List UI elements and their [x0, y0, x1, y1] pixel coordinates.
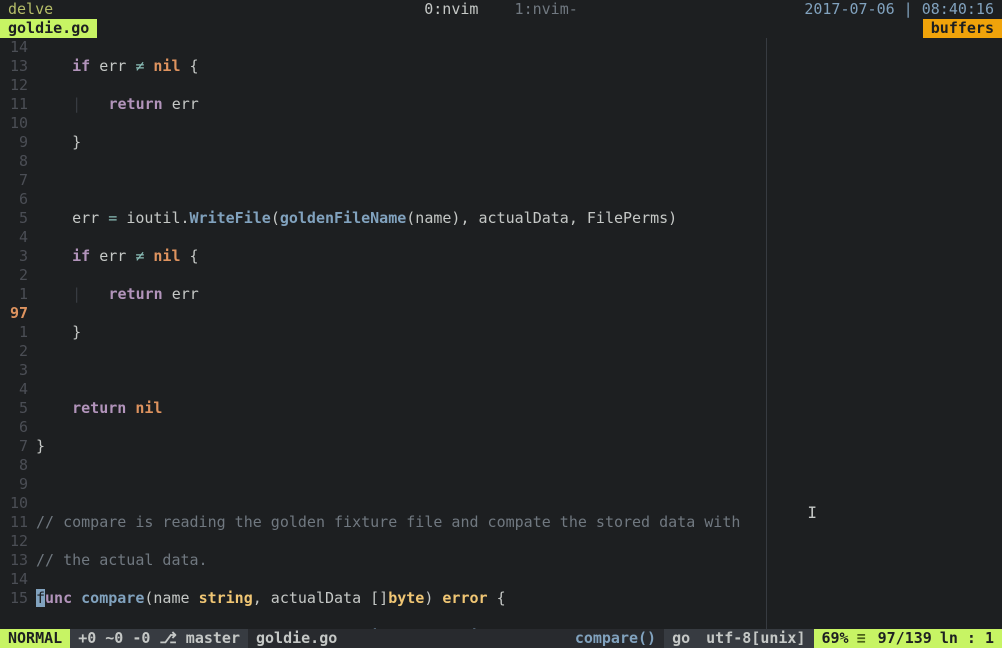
git-status: +0 ~0 -0 ⎇ master	[70, 629, 248, 648]
status-function-context: compare()	[567, 629, 664, 648]
tab-buffers[interactable]: buffers	[923, 19, 1002, 38]
tab-current-file[interactable]: goldie.go	[0, 19, 97, 38]
status-column: ln : 1	[940, 629, 1002, 648]
mouse-ibeam-cursor: 𝙸	[807, 503, 817, 522]
status-filetype: go	[664, 629, 698, 648]
line-number-gutter: 14131211 10987 6543 21 97 1234 5678 9101…	[0, 38, 36, 629]
status-line-position: 97/139	[870, 629, 940, 648]
status-percent: 69%	[814, 629, 857, 648]
status-filename: goldie.go	[248, 629, 345, 648]
status-line: NORMAL +0 ~0 -0 ⎇ master goldie.go compa…	[0, 629, 1002, 648]
tmux-clock: 2017-07-06 | 08:40:16	[804, 0, 1002, 19]
vim-mode-indicator: NORMAL	[0, 629, 70, 648]
editor-area[interactable]: 14131211 10987 6543 21 97 1234 5678 9101…	[0, 38, 1002, 629]
tmux-session-name: delve	[0, 0, 61, 19]
tabline-spacer	[97, 19, 923, 38]
current-line-number: 97	[0, 304, 28, 323]
tmux-window-inactive[interactable]: 1:nvim-	[487, 0, 577, 18]
branch-icon: ⎇	[159, 629, 185, 647]
cursor-line: func compare(name string, actualData []b…	[36, 589, 1002, 608]
status-bars-icon: ≡	[857, 629, 870, 648]
vertical-split-divider	[766, 38, 767, 629]
tmux-window-active[interactable]: 0:nvim	[424, 0, 478, 18]
cursor: f	[36, 589, 45, 607]
status-encoding: utf-8[unix]	[698, 629, 813, 648]
nvim-tabline: goldie.go buffers	[0, 19, 1002, 38]
tmux-windows: 0:nvim 1:nvim-	[424, 0, 578, 19]
code-content[interactable]: if err ≠ nil { | return err } err = iout…	[36, 38, 1002, 629]
tmux-status-bar: delve 0:nvim 1:nvim- 2017-07-06 | 08:40:…	[0, 0, 1002, 19]
